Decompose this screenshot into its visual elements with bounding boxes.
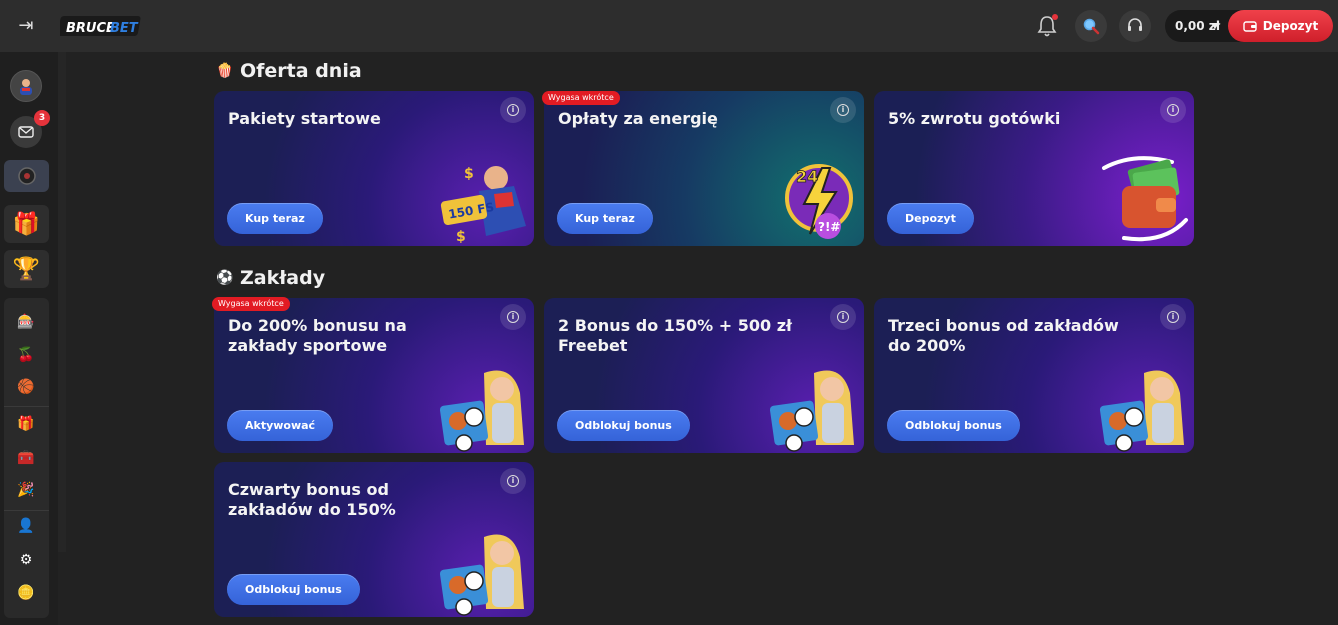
bonus-card-second-150[interactable]: 2 Bonus do 150% + 500 zł Freebet i Odblo… bbox=[544, 298, 864, 453]
wallet-icon bbox=[1243, 21, 1257, 32]
balance-widget[interactable]: 0,00 zł Depozyt bbox=[1165, 10, 1333, 42]
notification-dot bbox=[1052, 14, 1058, 20]
section-title-bets: ⚽ Zakłady bbox=[216, 267, 325, 289]
sidebar-divider bbox=[4, 406, 49, 407]
info-button[interactable]: i bbox=[500, 97, 526, 123]
activate-button[interactable]: Aktywować bbox=[227, 410, 334, 441]
sidebar-divider bbox=[4, 510, 49, 511]
unlock-bonus-button[interactable]: Odblokuj bonus bbox=[227, 574, 360, 605]
deposit-button[interactable]: Depozyt bbox=[1228, 10, 1333, 42]
search-icon bbox=[1083, 18, 1100, 35]
trophy-icon: 🏆 bbox=[12, 256, 41, 282]
hostess-gift-illustration bbox=[1099, 370, 1184, 452]
hostess-gift-illustration bbox=[439, 534, 524, 616]
card-title: Trzeci bonus od zakładów do 200% bbox=[888, 316, 1119, 355]
sidebar-slots-icon[interactable]: 🎰 bbox=[16, 312, 36, 332]
expires-soon-ribbon: Wygasa wkrótce bbox=[212, 297, 290, 311]
section-title-offer: 🍿 Oferta dnia bbox=[216, 60, 362, 82]
promo-card-cashback[interactable]: 5% zwrotu gotówki i Depozyt bbox=[874, 91, 1194, 246]
svg-text:$: $ bbox=[464, 166, 474, 182]
hostess-gift-illustration bbox=[439, 370, 524, 452]
superhero-illustration: 150 FS $ $ bbox=[440, 166, 526, 245]
info-button[interactable]: i bbox=[830, 97, 856, 123]
card-title: 2 Bonus do 150% + 500 zł Freebet bbox=[558, 316, 792, 355]
sidebar-user-icon[interactable]: 👤 bbox=[16, 516, 36, 536]
info-icon: i bbox=[837, 311, 849, 323]
promo-card-starter-packs[interactable]: Pakiety startowe i Kup teraz 150 FS $ $ bbox=[214, 91, 534, 246]
brucebet-logo[interactable]: BRUCE BET bbox=[57, 10, 144, 42]
info-button[interactable]: i bbox=[830, 304, 856, 330]
sidebar-chest-icon[interactable]: 🧰 bbox=[16, 448, 36, 468]
support-button[interactable] bbox=[1119, 10, 1151, 42]
soccer-ball-icon: ⚽ bbox=[216, 270, 234, 286]
sidebar-bonus-icon[interactable]: 🎉 bbox=[16, 480, 36, 500]
section-title-label: Oferta dnia bbox=[240, 60, 362, 82]
svg-text:24: 24 bbox=[796, 167, 818, 186]
section-title-label: Zakłady bbox=[240, 267, 326, 289]
card-title: 5% zwrotu gotówki bbox=[888, 109, 1061, 128]
unlock-bonus-button[interactable]: Odblokuj bonus bbox=[557, 410, 690, 441]
sidebar-sports-icon[interactable]: 🏀 bbox=[16, 377, 36, 397]
info-icon: i bbox=[507, 311, 519, 323]
info-icon: i bbox=[1167, 311, 1179, 323]
info-button[interactable]: i bbox=[500, 304, 526, 330]
bonus-card-sports-200[interactable]: Do 200% bonusu na zakłady sportowe i Akt… bbox=[214, 298, 534, 453]
info-icon: i bbox=[507, 104, 519, 116]
sidebar-scrollbar[interactable] bbox=[58, 52, 66, 552]
buy-now-button[interactable]: Kup teraz bbox=[227, 203, 323, 234]
notifications-bell-icon[interactable] bbox=[1034, 12, 1060, 40]
messages-badge: 3 bbox=[34, 110, 50, 126]
sidebar-item-gifts[interactable]: 🎁 bbox=[4, 205, 49, 243]
info-icon: i bbox=[837, 104, 849, 116]
avatar[interactable] bbox=[10, 70, 42, 102]
deposit-card-button[interactable]: Depozyt bbox=[887, 203, 974, 234]
wallet-cash-illustration bbox=[1102, 156, 1188, 242]
hostess-gift-illustration bbox=[769, 370, 854, 452]
sidebar: 3 🎁 🏆 🎰 🍒 🏀 🎁 🧰 🎉 👤 ⚙ 🪙 bbox=[0, 52, 58, 625]
card-title: Pakiety startowe bbox=[228, 109, 381, 128]
card-title: Czwarty bonus od zakładów do 150% bbox=[228, 480, 396, 519]
envelope-icon bbox=[18, 126, 34, 138]
messages-button[interactable]: 3 bbox=[10, 110, 50, 148]
svg-text:?!#: ?!# bbox=[818, 220, 841, 234]
popcorn-icon: 🍿 bbox=[216, 63, 234, 79]
info-icon: i bbox=[1167, 104, 1179, 116]
energy-bolt-illustration: 24 ?!# bbox=[785, 164, 853, 239]
bonus-card-third-200[interactable]: Trzeci bonus od zakładów do 200% i Odblo… bbox=[874, 298, 1194, 453]
chevron-down-icon[interactable] bbox=[1211, 23, 1219, 29]
headset-icon bbox=[1128, 18, 1142, 31]
unlock-bonus-button[interactable]: Odblokuj bonus bbox=[887, 410, 1020, 441]
info-icon: i bbox=[507, 475, 519, 487]
svg-text:BET: BET bbox=[110, 21, 139, 36]
collapse-sidebar-icon[interactable]: ⇥ bbox=[14, 14, 38, 38]
sidebar-coin-icon[interactable]: 🪙 bbox=[16, 583, 36, 603]
sidebar-item-tournaments[interactable]: 🏆 bbox=[4, 250, 49, 288]
sidebar-settings-icon[interactable]: ⚙ bbox=[16, 550, 36, 570]
avatar-icon bbox=[20, 79, 32, 95]
gift-icon: 🎁 bbox=[12, 211, 41, 237]
sidebar-cherry-icon[interactable]: 🍒 bbox=[16, 345, 36, 365]
info-button[interactable]: i bbox=[1160, 304, 1186, 330]
card-title: Do 200% bonusu na zakłady sportowe bbox=[228, 316, 407, 355]
sidebar-item-roulette[interactable] bbox=[4, 160, 49, 192]
info-button[interactable]: i bbox=[1160, 97, 1186, 123]
deposit-button-label: Depozyt bbox=[1262, 19, 1319, 33]
top-bar: ⇥ BRUCE BET 0,00 zł Depozyt bbox=[0, 0, 1338, 52]
svg-text:$: $ bbox=[456, 229, 466, 245]
buy-now-button[interactable]: Kup teraz bbox=[557, 203, 653, 234]
expires-soon-ribbon: Wygasa wkrótce bbox=[542, 91, 620, 105]
card-title: Opłaty za energię bbox=[558, 109, 718, 128]
info-button[interactable]: i bbox=[500, 468, 526, 494]
search-button[interactable] bbox=[1075, 10, 1107, 42]
svg-text:BRUCE: BRUCE bbox=[66, 21, 115, 36]
sidebar-promo-icon[interactable]: 🎁 bbox=[16, 414, 36, 434]
bonus-card-fourth-150[interactable]: Czwarty bonus od zakładów do 150% i Odbl… bbox=[214, 462, 534, 617]
roulette-icon bbox=[17, 167, 36, 185]
promo-card-energy-fees[interactable]: Opłaty za energię i Kup teraz 24 ?!# bbox=[544, 91, 864, 246]
